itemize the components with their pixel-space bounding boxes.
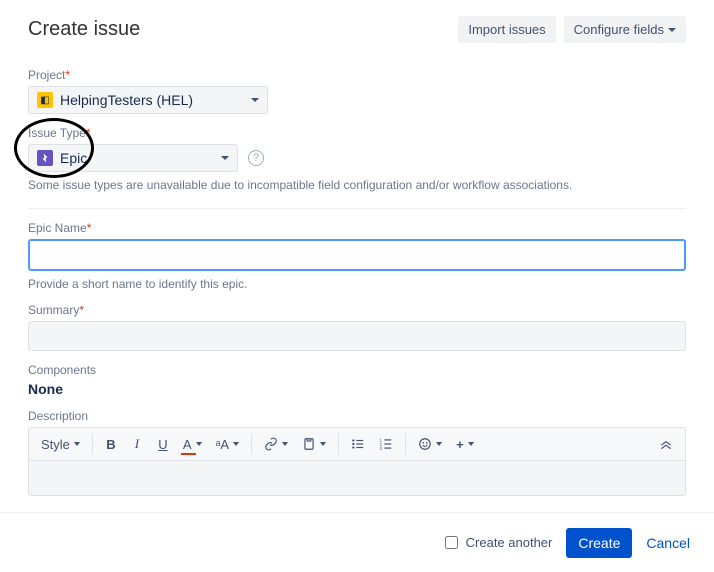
components-value[interactable]: None (28, 381, 686, 397)
separator (92, 434, 93, 454)
rte-style-dropdown[interactable]: Style (35, 433, 86, 456)
rte-bullet-list-button[interactable] (345, 433, 371, 455)
configure-fields-label: Configure fields (574, 22, 664, 37)
chevron-down-icon (468, 442, 474, 446)
rte-attachment-button[interactable] (296, 433, 332, 455)
svg-text:3: 3 (380, 446, 383, 451)
chevron-down-icon (436, 442, 442, 446)
project-value: HelpingTesters (HEL) (60, 92, 193, 108)
configure-fields-button[interactable]: Configure fields (564, 16, 686, 43)
rte-toolbar: Style B I U A ᵃA (29, 428, 685, 461)
rich-text-editor: Style B I U A ᵃA (28, 427, 686, 496)
chevron-down-icon (74, 442, 80, 446)
rte-numbered-list-button[interactable]: 123 (373, 433, 399, 455)
rte-link-button[interactable] (258, 433, 294, 455)
dialog-footer: Create another Create Cancel (0, 512, 714, 572)
chevron-down-icon (668, 28, 676, 32)
form-scroll-area[interactable]: Project* ◧ HelpingTesters (HEL) Issue Ty… (0, 50, 714, 512)
rte-more-button[interactable]: + (450, 433, 480, 456)
create-another-input[interactable] (445, 536, 458, 549)
summary-input[interactable] (28, 321, 686, 351)
description-textarea[interactable] (29, 461, 685, 495)
description-label: Description (28, 409, 686, 423)
project-icon: ◧ (37, 92, 53, 108)
epic-icon (37, 150, 53, 166)
epic-name-label: Epic Name* (28, 221, 686, 235)
create-another-label: Create another (466, 535, 553, 550)
dialog-title: Create issue (28, 18, 140, 41)
chevron-down-icon (221, 156, 229, 160)
epic-name-hint: Provide a short name to identify this ep… (28, 277, 686, 291)
rte-text-color-button[interactable]: A (177, 433, 208, 456)
chevron-down-icon (196, 442, 202, 446)
help-icon[interactable]: ? (248, 150, 264, 166)
separator (251, 434, 252, 454)
epic-name-input[interactable] (28, 239, 686, 271)
rte-underline-button[interactable]: U (151, 433, 175, 456)
separator (338, 434, 339, 454)
import-issues-button[interactable]: Import issues (458, 16, 555, 43)
rte-collapse-button[interactable] (653, 435, 679, 453)
create-another-checkbox[interactable]: Create another (441, 533, 553, 552)
components-label: Components (28, 363, 686, 377)
issue-type-hint: Some issue types are unavailable due to … (28, 178, 686, 192)
chevron-down-icon (282, 442, 288, 446)
rte-bold-button[interactable]: B (99, 433, 123, 456)
project-select[interactable]: ◧ HelpingTesters (HEL) (28, 86, 268, 114)
import-issues-label: Import issues (468, 22, 545, 37)
rte-italic-button[interactable]: I (125, 432, 149, 456)
rte-text-size-button[interactable]: ᵃA (210, 433, 246, 456)
create-button[interactable]: Create (566, 528, 632, 558)
chevron-down-icon (320, 442, 326, 446)
project-label: Project* (28, 68, 686, 82)
rte-emoji-button[interactable] (412, 433, 448, 455)
issue-type-value: Epic (60, 150, 87, 166)
chevron-down-icon (251, 98, 259, 102)
cancel-link[interactable]: Cancel (646, 535, 690, 551)
separator (405, 434, 406, 454)
issue-type-label: Issue Type* (28, 126, 686, 140)
summary-label: Summary* (28, 303, 686, 317)
issue-type-select[interactable]: Epic (28, 144, 238, 172)
chevron-down-icon (233, 442, 239, 446)
